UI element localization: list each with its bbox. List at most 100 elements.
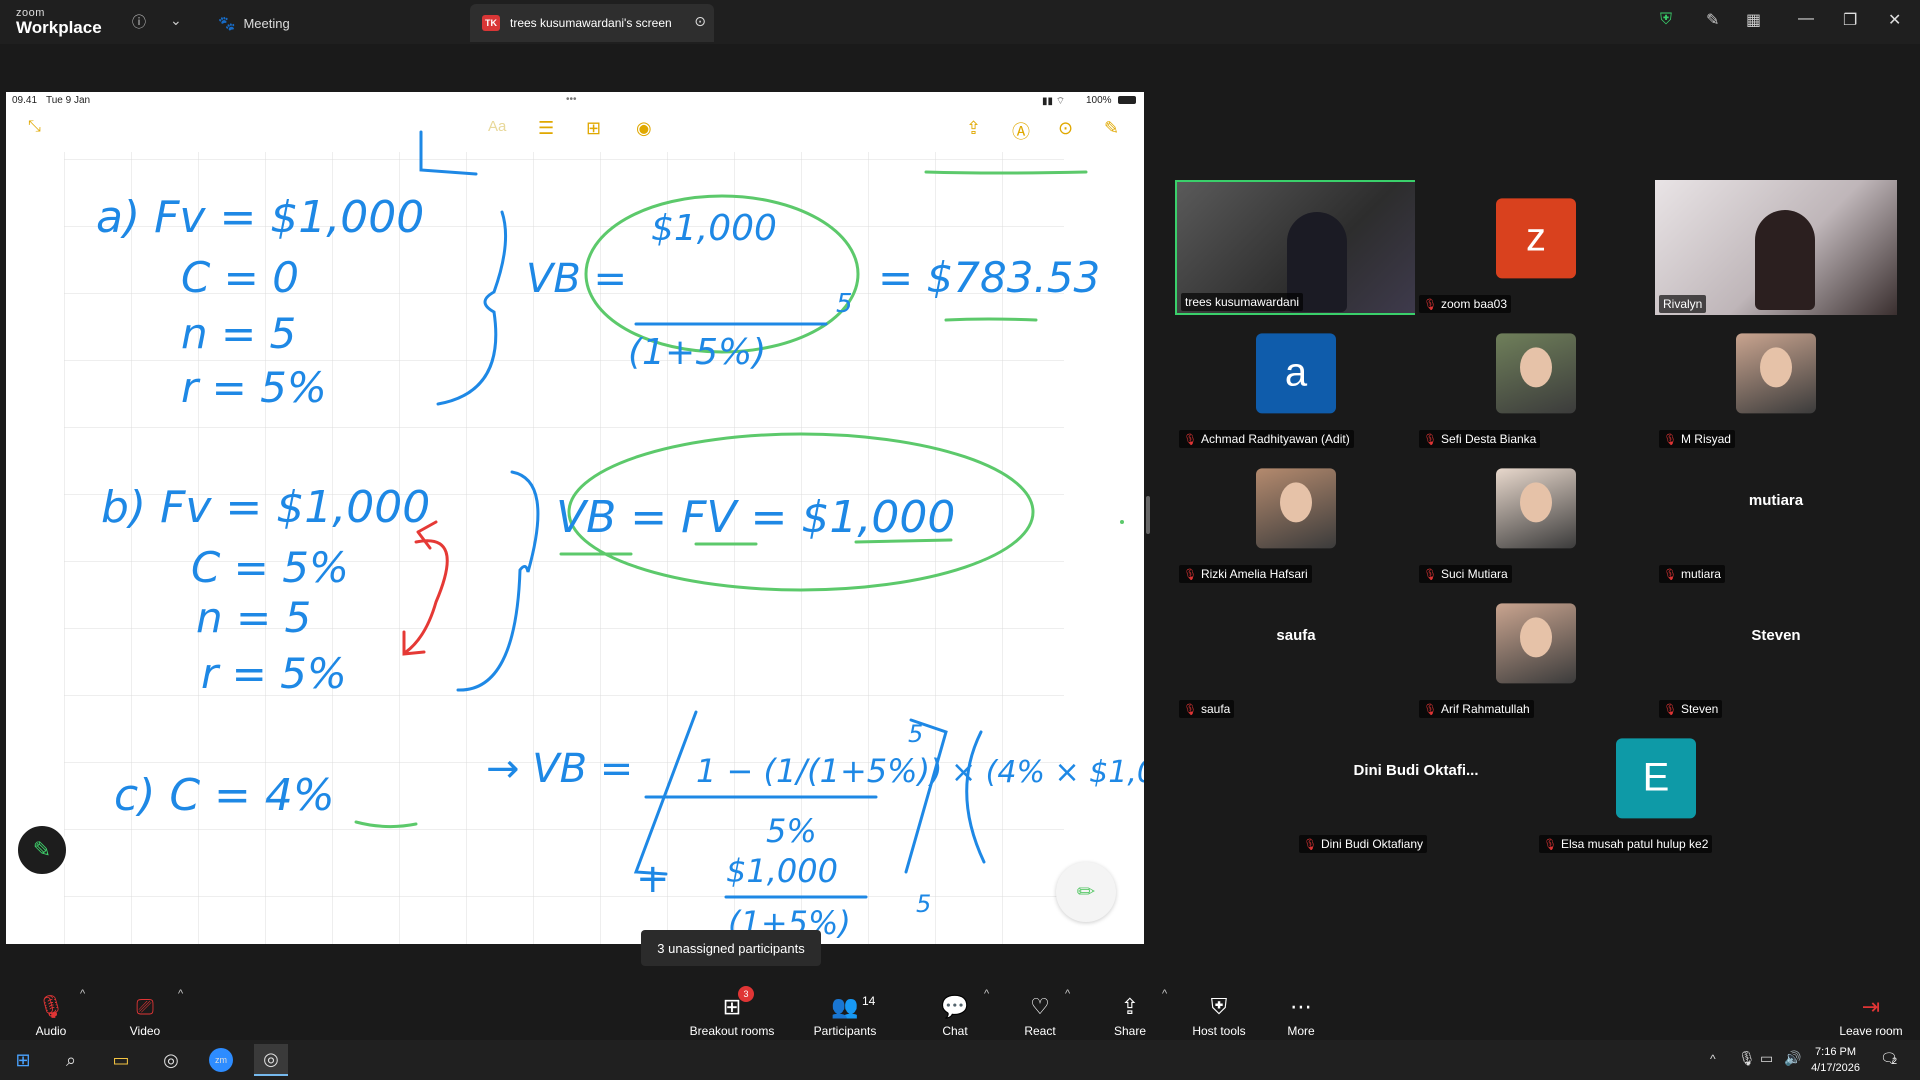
participant-tile[interactable]: Steven 🎙 Steven (1655, 585, 1897, 720)
video-button[interactable]: ⎚ Video (100, 984, 190, 1038)
face-shape (1280, 481, 1312, 522)
whiteboard-canvas: a) Fv = $1,000 C = 0 n = 5 r = 5% VB = $… (64, 130, 1144, 944)
participant-tile[interactable]: E 🎙 Elsa musah patul hulup ke2 (1535, 720, 1777, 855)
annotate-button[interactable]: ✎ (16, 824, 68, 876)
participant-name-label: trees kusumawardani (1181, 293, 1304, 311)
host-tools-button[interactable]: ⛨ Host tools (1174, 984, 1264, 1038)
mic-muted-icon: 🎙 (1423, 433, 1437, 446)
participant-tile[interactable]: Dini Budi Oktafi... 🎙 Dini Budi Oktafiany (1295, 720, 1537, 855)
participant-avatar: E (1616, 737, 1696, 818)
close-icon[interactable]: ✕ (1888, 10, 1901, 30)
breakout-badge: 3 (738, 986, 754, 1002)
audio-options-caret[interactable]: ^ (80, 988, 85, 1000)
share-options-caret[interactable]: ^ (1162, 988, 1167, 1000)
breakout-rooms-button[interactable]: ⊞ Breakout rooms (686, 984, 778, 1038)
face-shape (1760, 346, 1792, 387)
participant-name-label: Rivalyn (1659, 295, 1707, 313)
pencil-tool[interactable]: ✏ (1056, 862, 1116, 922)
participant-tile[interactable]: trees kusumawardani (1175, 180, 1417, 315)
wb-c-frac-top: 1 − (1/(1+5%)) (696, 752, 943, 790)
tab-shared-screen[interactable]: TK trees kusumawardani's screen ⊙ (470, 4, 714, 42)
participant-tile[interactable]: a 🎙 Achmad Radhityawan (Adit) (1175, 315, 1417, 450)
participant-name: Rizki Amelia Hafsari (1200, 567, 1308, 581)
react-button[interactable]: ♡ React (995, 984, 1085, 1038)
participant-name-label: 🎙 Suci Mutiara (1419, 565, 1512, 583)
participant-tile[interactable]: 🎙 Sefi Desta Bianka (1415, 315, 1657, 450)
participant-tile[interactable]: z 🎙 zoom baa03 (1415, 180, 1657, 315)
zoom-app-icon[interactable]: zm (204, 1044, 238, 1076)
host-tools-icon: ⛨ (1210, 994, 1228, 1019)
participant-name: Dini Budi Oktafiany (1320, 837, 1424, 851)
wb-a-line4: r = 5% (181, 363, 327, 412)
more-label: More (1287, 1024, 1315, 1038)
chat-label: Chat (942, 1024, 968, 1038)
minimize-icon[interactable]: — (1798, 10, 1814, 28)
participant-name-label: 🎙 saufa (1179, 700, 1235, 718)
volume-icon[interactable]: 🔊 (1784, 1050, 1801, 1067)
participant-display-name: Dini Budi Oktafi... (1353, 762, 1479, 779)
leave-icon: ⇥ (1861, 994, 1881, 1019)
file-explorer-icon[interactable]: ▭ (104, 1044, 138, 1076)
tray-chevron-icon[interactable]: ^ (1710, 1052, 1716, 1066)
participant-tile[interactable]: 🎙 M Risyad (1655, 315, 1897, 450)
wb-b-result: VB = FV = $1,000 (556, 492, 955, 543)
participant-avatar: z (1496, 197, 1576, 278)
participant-tile[interactable]: saufa 🎙 saufa (1175, 585, 1417, 720)
participant-tile[interactable]: Rivalyn (1655, 180, 1897, 315)
pen-icon[interactable]: ✎ (1706, 10, 1719, 30)
tab-screen-label: trees kusumawardani's screen (510, 16, 672, 30)
participant-tile[interactable]: 🎙 Arif Rahmatullah (1415, 585, 1657, 720)
layout-icon[interactable]: ▦ (1746, 10, 1761, 30)
wb-c-plus: + (636, 856, 670, 902)
participant-tile[interactable]: mutiara 🎙 mutiara (1655, 450, 1897, 585)
windows-start-icon[interactable]: ⊞ (6, 1044, 40, 1076)
mic-off-icon: 🎙 (37, 994, 65, 1019)
network-icon[interactable]: ▭ (1760, 1050, 1773, 1067)
participant-gallery: trees kusumawardani z 🎙 zoom baa03 Rivalyn a 🎙… (1175, 180, 1905, 860)
wb-c-arrow: → VB = (486, 746, 633, 792)
participant-name: Suci Mutiara (1440, 567, 1508, 581)
notifications-count: 2 (1892, 1056, 1898, 1066)
unassigned-tooltip: 3 unassigned participants (641, 930, 821, 966)
mic-tray-icon[interactable]: 🎙 (1738, 1050, 1756, 1067)
audio-label: Audio (35, 1024, 67, 1038)
chrome-icon[interactable]: ◎ (154, 1044, 188, 1076)
chrome-active-icon[interactable]: ◎ (254, 1044, 288, 1076)
share-screen-icon: ⇪ (1120, 994, 1140, 1019)
resize-handle[interactable] (1146, 496, 1150, 534)
system-clock[interactable]: 7:16 PM 4/17/2026 (1811, 1044, 1860, 1076)
participant-name-label: 🎙 Achmad Radhityawan (Adit) (1179, 430, 1354, 448)
mic-muted-icon: 🎙 (1183, 703, 1197, 716)
wb-a-line2: C = 0 (181, 253, 299, 302)
participant-name-label: 🎙 Sefi Desta Bianka (1419, 430, 1541, 448)
clock-time: 7:16 PM (1815, 1046, 1857, 1058)
react-label: React (1024, 1024, 1056, 1038)
breakout-label: Breakout rooms (689, 1024, 775, 1038)
tab-meeting[interactable]: 🐾 Meeting (218, 4, 418, 42)
chat-options-caret[interactable]: ^ (984, 988, 989, 1000)
participant-name: Steven (1680, 702, 1719, 716)
search-icon[interactable]: ⌕ (54, 1044, 88, 1076)
shield-icon[interactable]: ⛨ (1660, 11, 1672, 29)
more-button[interactable]: ⋯ More (1256, 984, 1346, 1038)
wb-b-line2: C = 5% (191, 543, 349, 592)
react-options-caret[interactable]: ^ (1065, 988, 1070, 1000)
more-options-icon[interactable]: ⊙ (694, 13, 706, 30)
leave-room-button[interactable]: ⇥ Leave room (1826, 984, 1916, 1038)
share-label: Share (1113, 1024, 1147, 1038)
participant-name: M Risyad (1680, 432, 1731, 446)
chevron-down-icon[interactable]: ⌄ (170, 12, 182, 29)
participant-name-label: 🎙 Dini Budi Oktafiany (1299, 835, 1428, 853)
participant-tile[interactable]: 🎙 Rizki Amelia Hafsari (1175, 450, 1417, 585)
info-icon[interactable]: ⓘ (132, 12, 146, 32)
shared-screen[interactable]: 09.41 Tue 9 Jan ••• ▮▮ ⌔ 100% ⤡ Aa ☰ ⊞ ◉… (6, 92, 1144, 944)
participant-tile[interactable]: 🎙 Suci Mutiara (1415, 450, 1657, 585)
mic-muted-icon: 🎙 (1663, 703, 1677, 716)
participants-button[interactable]: 👥 Participants (800, 984, 890, 1038)
mic-muted-icon: 🎙 (1183, 433, 1197, 446)
wb-c-exp: 5 (908, 720, 923, 748)
video-options-caret[interactable]: ^ (178, 988, 183, 1000)
restore-icon[interactable]: ❐ (1843, 10, 1857, 30)
tab-meeting-label: Meeting (243, 15, 290, 31)
participant-photo (1256, 467, 1336, 548)
